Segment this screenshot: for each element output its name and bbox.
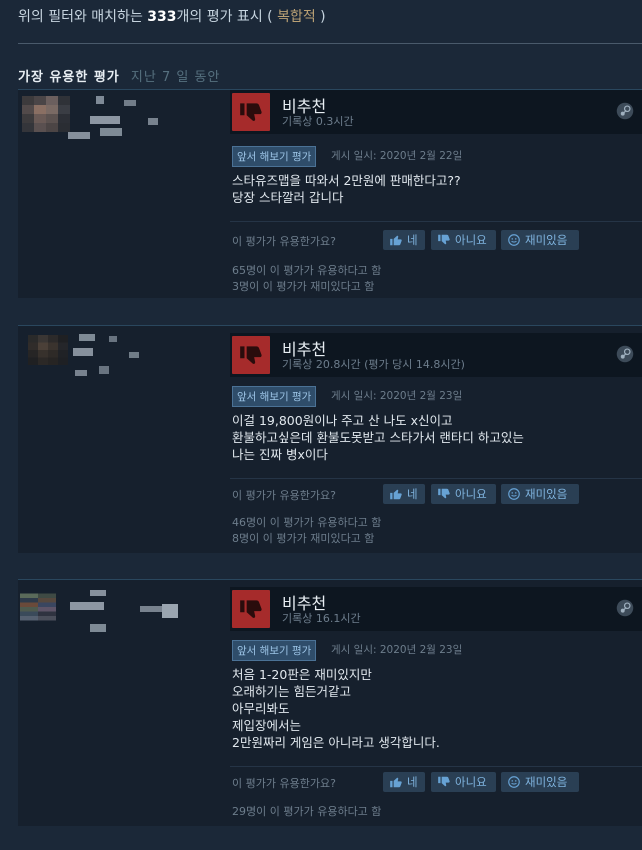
thumbs-up-icon <box>390 777 402 788</box>
avatar[interactable] <box>28 332 68 368</box>
smiley-icon <box>508 488 520 500</box>
thumbs-down-icon <box>438 776 450 787</box>
helpful-question: 이 평가가 유용한가요? <box>232 489 336 502</box>
early-access-badge: 앞서 해보기 평가 <box>232 386 317 407</box>
mixed-rating-label: 복합적 <box>277 9 316 25</box>
vote-funny-label: 재미있음 <box>525 487 568 501</box>
helpful-question: 이 평가가 유용한가요? <box>232 777 336 790</box>
review-text-line: 오래하기는 힘든거같고 <box>232 684 351 699</box>
thumbs-down-icon <box>232 590 270 628</box>
steam-icon <box>616 599 634 617</box>
paren-open: ( <box>267 9 273 25</box>
helpful-count: 46명이 이 평가가 유용하다고 함 <box>232 516 382 529</box>
review-text-line: 스타유즈맵을 따와서 2만원에 판매한다고?? <box>232 173 461 188</box>
vote-no-label: 아니요 <box>455 233 487 247</box>
vote-header[interactable]: 비추천 기록상 0.3시간 <box>230 90 642 134</box>
reviewer-name-blurred[interactable] <box>70 588 185 638</box>
steam-icon <box>616 345 634 363</box>
vote-header[interactable]: 비추천 기록상 20.8시간 (평가 당시 14.8시간) <box>230 333 642 377</box>
thumbs-down-icon <box>232 93 270 131</box>
section-subtitle: 지난 7 일 동안 <box>130 70 221 85</box>
steam-icon <box>616 102 634 120</box>
helpful-question: 이 평가가 유용한가요? <box>232 235 336 248</box>
early-access-badge: 앞서 해보기 평가 <box>232 146 317 167</box>
playtime: 기록상 0.3시간 <box>282 115 354 128</box>
reviewer-info[interactable] <box>18 580 223 826</box>
vote-no-button[interactable]: 아니요 <box>431 230 496 250</box>
review-text: 이걸 19,800원이나 주고 산 나도 x신이고 환불하고싶은데 환불도못받고… <box>232 412 632 463</box>
smiley-icon <box>508 776 520 788</box>
review-text-line: 처음 1-20판은 재미있지만 <box>232 667 372 682</box>
vote-no-label: 아니요 <box>455 775 487 789</box>
thumbs-up-icon <box>390 235 402 246</box>
review-count: 333 <box>147 9 177 25</box>
review-divider <box>230 478 642 479</box>
vote-yes-label: 네 <box>407 775 418 789</box>
section-title: 가장 유용한 평가 <box>18 70 120 85</box>
thumbs-down-icon <box>232 336 270 374</box>
vote-yes-button[interactable]: 네 <box>383 772 425 792</box>
helpful-count: 29명이 이 평가가 유용하다고 함 <box>232 805 382 818</box>
vote-no-button[interactable]: 아니요 <box>431 484 496 504</box>
review-text-line: 당장 스타깔러 갑니다 <box>232 190 344 205</box>
thumbs-up-icon <box>390 489 402 500</box>
review-filter-summary: 위의 필터와 매치하는 333개의 평가 표시 ( 복합적 ) <box>18 6 326 26</box>
thumbs-down-icon <box>438 234 450 245</box>
vote-no-button[interactable]: 아니요 <box>431 772 496 792</box>
reviewer-name-blurred[interactable] <box>68 96 163 146</box>
vote-yes-label: 네 <box>407 487 418 501</box>
section-header: 가장 유용한 평가 지난 7 일 동안 <box>18 66 220 85</box>
review-text: 처음 1-20판은 재미있지만 오래하기는 힘든거같고 아무리봐도 제입장에서는… <box>232 666 632 751</box>
avatar[interactable] <box>20 588 56 626</box>
vote-funny-button[interactable]: 재미있음 <box>501 772 579 792</box>
review-text-line: 제입장에서는 <box>232 718 302 733</box>
vote-funny-button[interactable]: 재미있음 <box>501 484 579 504</box>
vote-yes-button[interactable]: 네 <box>383 484 425 504</box>
early-access-badge: 앞서 해보기 평가 <box>232 640 317 661</box>
vote-no-label: 아니요 <box>455 487 487 501</box>
vote-yes-label: 네 <box>407 233 418 247</box>
review-divider <box>230 221 642 222</box>
smiley-icon <box>508 234 520 246</box>
posted-date: 게시 일시: 2020년 2월 23일 <box>331 644 463 656</box>
paren-close: ) <box>320 9 326 25</box>
review-card: 비추천 기록상 16.1시간 앞서 해보기 평가 게시 일시: 2020년 2월… <box>18 579 642 826</box>
vote-funny-label: 재미있음 <box>525 233 568 247</box>
vote-yes-button[interactable]: 네 <box>383 230 425 250</box>
header-divider <box>18 43 642 44</box>
vote-funny-label: 재미있음 <box>525 775 568 789</box>
review-text-line: 아무리봐도 <box>232 701 290 716</box>
funny-count: 3명이 이 평가가 재미있다고 함 <box>232 280 375 293</box>
filter-prefix: 위의 필터와 매치하는 <box>18 9 143 25</box>
review-text-line: 2만원짜리 게임은 아니라고 생각합니다. <box>232 735 440 750</box>
posted-date: 게시 일시: 2020년 2월 23일 <box>331 390 463 402</box>
vote-header[interactable]: 비추천 기록상 16.1시간 <box>230 587 642 631</box>
reviewer-info[interactable] <box>18 90 223 298</box>
review-divider <box>230 766 642 767</box>
filter-suffix: 개의 평가 표시 <box>176 9 263 25</box>
vote-funny-button[interactable]: 재미있음 <box>501 230 579 250</box>
review-card: 비추천 기록상 0.3시간 앞서 해보기 평가 게시 일시: 2020년 2월 … <box>18 89 642 298</box>
playtime: 기록상 16.1시간 <box>282 612 361 625</box>
playtime: 기록상 20.8시간 (평가 당시 14.8시간) <box>282 358 465 371</box>
review-text-line: 나는 진짜 병x이다 <box>232 447 328 462</box>
reviewer-name-blurred[interactable] <box>73 334 163 382</box>
posted-date: 게시 일시: 2020년 2월 22일 <box>331 150 463 162</box>
funny-count: 8명이 이 평가가 재미있다고 함 <box>232 532 375 545</box>
review-text: 스타유즈맵을 따와서 2만원에 판매한다고?? 당장 스타깔러 갑니다 <box>232 172 632 206</box>
reviewer-info[interactable] <box>18 326 223 553</box>
review-card: 비추천 기록상 20.8시간 (평가 당시 14.8시간) 앞서 해보기 평가 … <box>18 325 642 553</box>
review-text-line: 이걸 19,800원이나 주고 산 나도 x신이고 <box>232 413 453 428</box>
avatar[interactable] <box>22 96 70 132</box>
helpful-count: 65명이 이 평가가 유용하다고 함 <box>232 264 382 277</box>
thumbs-down-icon <box>438 488 450 499</box>
review-text-line: 환불하고싶은데 환불도못받고 스타가서 랜타디 하고있는 <box>232 430 524 445</box>
